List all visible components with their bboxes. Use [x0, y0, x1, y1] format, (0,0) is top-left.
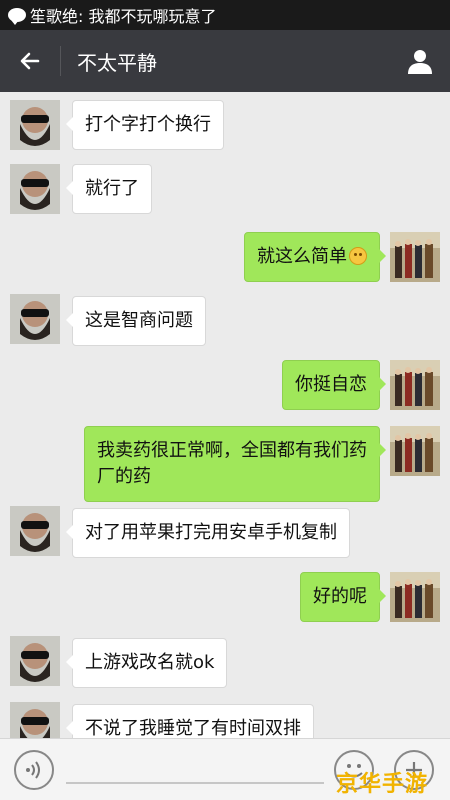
contact-avatar[interactable]: [10, 100, 60, 150]
voice-button[interactable]: [14, 750, 54, 790]
incoming-message[interactable]: 这是智商问题: [66, 296, 206, 346]
profile-button[interactable]: [390, 30, 450, 92]
outgoing-message[interactable]: 好的呢: [300, 572, 386, 622]
message-text: 好的呢: [313, 586, 367, 607]
message-text: 就行了: [85, 178, 139, 199]
message-row: 对了用苹果打完用安卓手机复制: [0, 506, 450, 566]
my-avatar[interactable]: [390, 232, 440, 282]
message-text: 打个字打个换行: [85, 114, 211, 135]
title-divider: [60, 46, 61, 76]
incoming-message[interactable]: 不说了我睡觉了有时间双排: [66, 704, 314, 738]
message-text: 不说了我睡觉了有时间双排: [85, 718, 301, 738]
my-avatar[interactable]: [390, 572, 440, 622]
back-arrow-icon: [20, 52, 40, 70]
message-text: 就这么简单: [257, 246, 347, 267]
message-text: 上游戏改名就ok: [85, 652, 215, 673]
message-text: 厂的药: [97, 466, 151, 487]
message-row: 好的呢: [0, 572, 450, 632]
watermark-logo: 京华手游网: [336, 771, 429, 796]
smile-emoji-icon: [349, 247, 367, 265]
my-avatar[interactable]: [390, 426, 440, 476]
back-button[interactable]: [0, 30, 60, 92]
message-row: 上游戏改名就ok: [0, 636, 450, 696]
notification-text: 笙歌绝: 我都不玩哪玩意了: [30, 7, 217, 26]
message-row: 我卖药很正常啊，全国都有我们药 厂的药: [0, 426, 450, 502]
my-avatar[interactable]: [390, 360, 440, 410]
incoming-message[interactable]: 上游戏改名就ok: [65, 638, 228, 688]
outgoing-message[interactable]: 你挺自恋: [282, 360, 386, 410]
contact-avatar[interactable]: [10, 636, 60, 686]
message-input[interactable]: [66, 782, 324, 784]
contact-avatar[interactable]: [10, 702, 60, 738]
contact-avatar[interactable]: [10, 164, 60, 214]
incoming-message[interactable]: 就行了: [66, 164, 152, 214]
status-bar: 笙歌绝: 我都不玩哪玩意了: [0, 0, 450, 30]
outgoing-message[interactable]: 就这么简单: [244, 232, 386, 282]
contact-avatar[interactable]: [10, 506, 60, 556]
chat-title: 不太平静: [77, 50, 157, 75]
voice-icon: [26, 761, 40, 779]
message-text: 我卖药很正常啊，全国都有我们药: [97, 440, 367, 461]
incoming-message[interactable]: 打个字打个换行: [66, 100, 224, 150]
message-row: 就行了: [0, 164, 450, 224]
message-text: 对了用苹果打完用安卓手机复制: [85, 522, 337, 543]
chat-area[interactable]: 打个字打个换行 就行了 就这么简单 这是智商问题 你挺自恋 我卖药很正常啊，全国…: [0, 92, 450, 738]
message-row: 打个字打个换行: [0, 100, 450, 160]
contact-avatar[interactable]: [10, 294, 60, 344]
message-row: 这是智商问题: [0, 294, 450, 354]
title-bar: 不太平静: [0, 30, 450, 92]
outgoing-message[interactable]: 我卖药很正常啊，全国都有我们药 厂的药: [84, 426, 386, 502]
message-row: 你挺自恋: [0, 360, 450, 420]
wechat-icon: [8, 8, 26, 25]
message-text: 这是智商问题: [85, 310, 193, 331]
incoming-message[interactable]: 对了用苹果打完用安卓手机复制: [66, 508, 350, 558]
message-text: 你挺自恋: [295, 374, 367, 395]
user-profile-icon: [408, 50, 432, 74]
message-row: 就这么简单: [0, 230, 450, 290]
message-row: 不说了我睡觉了有时间双排: [0, 702, 450, 738]
